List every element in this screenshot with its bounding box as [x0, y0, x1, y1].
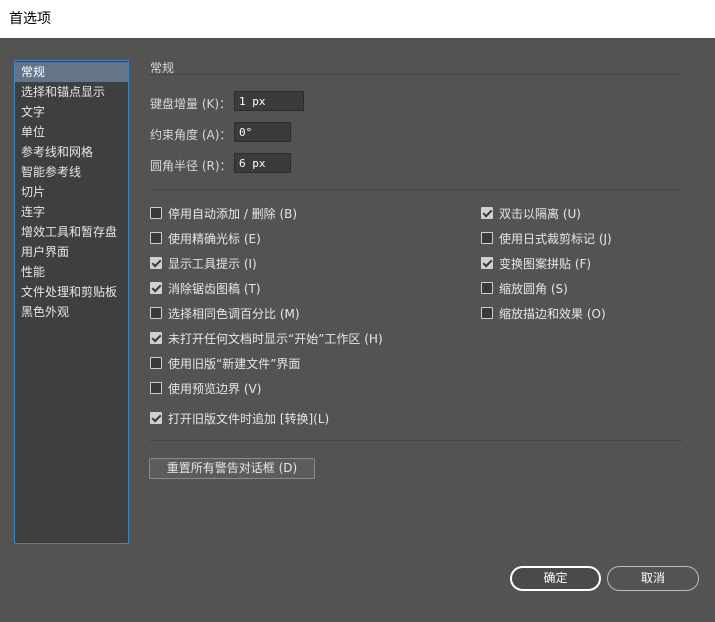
- section-divider-bottom: [149, 440, 683, 441]
- sidebar-item-performance[interactable]: 性能: [15, 262, 128, 282]
- checkbox-label: 缩放描边和效果 (O): [499, 306, 606, 321]
- anti-aliased-artwork-checkbox[interactable]: 消除锯齿图稿 (T): [150, 280, 261, 296]
- double-click-isolate-checkbox[interactable]: 双击以隔离 (U): [481, 205, 581, 221]
- checkbox-box[interactable]: [150, 207, 162, 219]
- sidebar-item-file-handling-clipboard[interactable]: 文件处理和剪贴板: [15, 282, 128, 302]
- checkbox-box[interactable]: [150, 382, 162, 394]
- checkbox-label: 未打开任何文档时显示“开始”工作区 (H): [168, 331, 383, 346]
- checkbox-label: 使用预览边界 (V): [168, 381, 262, 396]
- legacy-new-file-interface-checkbox[interactable]: 使用旧版“新建文件”界面: [150, 355, 300, 371]
- title-bar: 首选项: [0, 0, 715, 38]
- sidebar-item-units[interactable]: 单位: [15, 122, 128, 142]
- checkbox-label: 双击以隔离 (U): [499, 206, 581, 221]
- checkbox-box[interactable]: [481, 207, 493, 219]
- sidebar-item-slices[interactable]: 切片: [15, 182, 128, 202]
- scale-corners-checkbox[interactable]: 缩放圆角 (S): [481, 280, 568, 296]
- checkbox-label: 显示工具提示 (I): [168, 256, 257, 271]
- sidebar-item-plugins-scratch-disks[interactable]: 增效工具和暂存盘: [15, 222, 128, 242]
- section-divider-middle: [149, 189, 683, 190]
- japanese-crop-marks-checkbox[interactable]: 使用日式裁剪标记 (J): [481, 230, 612, 246]
- constrain-angle-input[interactable]: [234, 122, 291, 142]
- sidebar-item-hyphenation[interactable]: 连字: [15, 202, 128, 222]
- checkbox-box[interactable]: [150, 257, 162, 269]
- checkbox-box[interactable]: [481, 257, 493, 269]
- checkbox-label: 使用精确光标 (E): [168, 231, 261, 246]
- checkbox-box[interactable]: [481, 232, 493, 244]
- select-same-tint-checkbox[interactable]: 选择相同色调百分比 (M): [150, 305, 300, 321]
- checkbox-box[interactable]: [481, 282, 493, 294]
- checkbox-label: 消除锯齿图稿 (T): [168, 281, 261, 296]
- checkbox-box[interactable]: [150, 282, 162, 294]
- checkbox-label: 使用日式裁剪标记 (J): [499, 231, 612, 246]
- checkbox-box[interactable]: [481, 307, 493, 319]
- checkbox-label: 变换图案拼贴 (F): [499, 256, 592, 271]
- sidebar-item-general[interactable]: 常规: [15, 62, 128, 82]
- checkbox-box[interactable]: [150, 412, 162, 424]
- corner-radius-input[interactable]: [234, 153, 291, 173]
- sidebar-item-selection-anchor-display[interactable]: 选择和锚点显示: [15, 82, 128, 102]
- checkbox-label: 选择相同色调百分比 (M): [168, 306, 300, 321]
- corner-radius-label: 圆角半径 (R)：: [150, 159, 232, 173]
- checkbox-label: 停用自动添加 / 删除 (B): [168, 206, 298, 221]
- section-divider-top: [149, 74, 683, 75]
- checkbox-box[interactable]: [150, 357, 162, 369]
- reset-warning-dialogs-button[interactable]: 重置所有警告对话框 (D): [149, 458, 315, 479]
- keyboard-increment-input[interactable]: [234, 91, 304, 111]
- checkbox-label: 缩放圆角 (S): [499, 281, 568, 296]
- checkbox-box[interactable]: [150, 307, 162, 319]
- transform-pattern-tiles-checkbox[interactable]: 变换图案拼贴 (F): [481, 255, 591, 271]
- constrain-angle-label: 约束角度 (A)：: [150, 128, 232, 142]
- sidebar-item-guides-grid[interactable]: 参考线和网格: [15, 142, 128, 162]
- sidebar-item-user-interface[interactable]: 用户界面: [15, 242, 128, 262]
- disable-auto-add-delete-checkbox[interactable]: 停用自动添加 / 删除 (B): [150, 205, 297, 221]
- checkbox-box[interactable]: [150, 232, 162, 244]
- window-title: 首选项: [9, 11, 51, 27]
- checkbox-box[interactable]: [150, 332, 162, 344]
- sidebar-item-smart-guides[interactable]: 智能参考线: [15, 162, 128, 182]
- use-precise-cursors-checkbox[interactable]: 使用精确光标 (E): [150, 230, 261, 246]
- cancel-button[interactable]: 取消: [607, 566, 699, 591]
- append-convert-legacy-checkbox[interactable]: 打开旧版文件时追加 [转换](L): [150, 410, 329, 426]
- checkbox-label: 使用旧版“新建文件”界面: [168, 356, 301, 371]
- use-preview-bounds-checkbox[interactable]: 使用预览边界 (V): [150, 380, 261, 396]
- preferences-sidebar: 常规 选择和锚点显示 文字 单位 参考线和网格 智能参考线 切片 连字 增效工具…: [14, 60, 129, 544]
- sidebar-item-appearance-of-black[interactable]: 黑色外观: [15, 302, 128, 322]
- ok-button[interactable]: 确定: [510, 566, 601, 591]
- keyboard-increment-label: 键盘增量 (K)：: [150, 97, 232, 111]
- checkbox-label: 打开旧版文件时追加 [转换](L): [168, 411, 330, 426]
- show-start-workspace-checkbox[interactable]: 未打开任何文档时显示“开始”工作区 (H): [150, 330, 383, 346]
- show-tool-tips-checkbox[interactable]: 显示工具提示 (I): [150, 255, 257, 271]
- sidebar-item-type[interactable]: 文字: [15, 102, 128, 122]
- scale-strokes-effects-checkbox[interactable]: 缩放描边和效果 (O): [481, 305, 606, 321]
